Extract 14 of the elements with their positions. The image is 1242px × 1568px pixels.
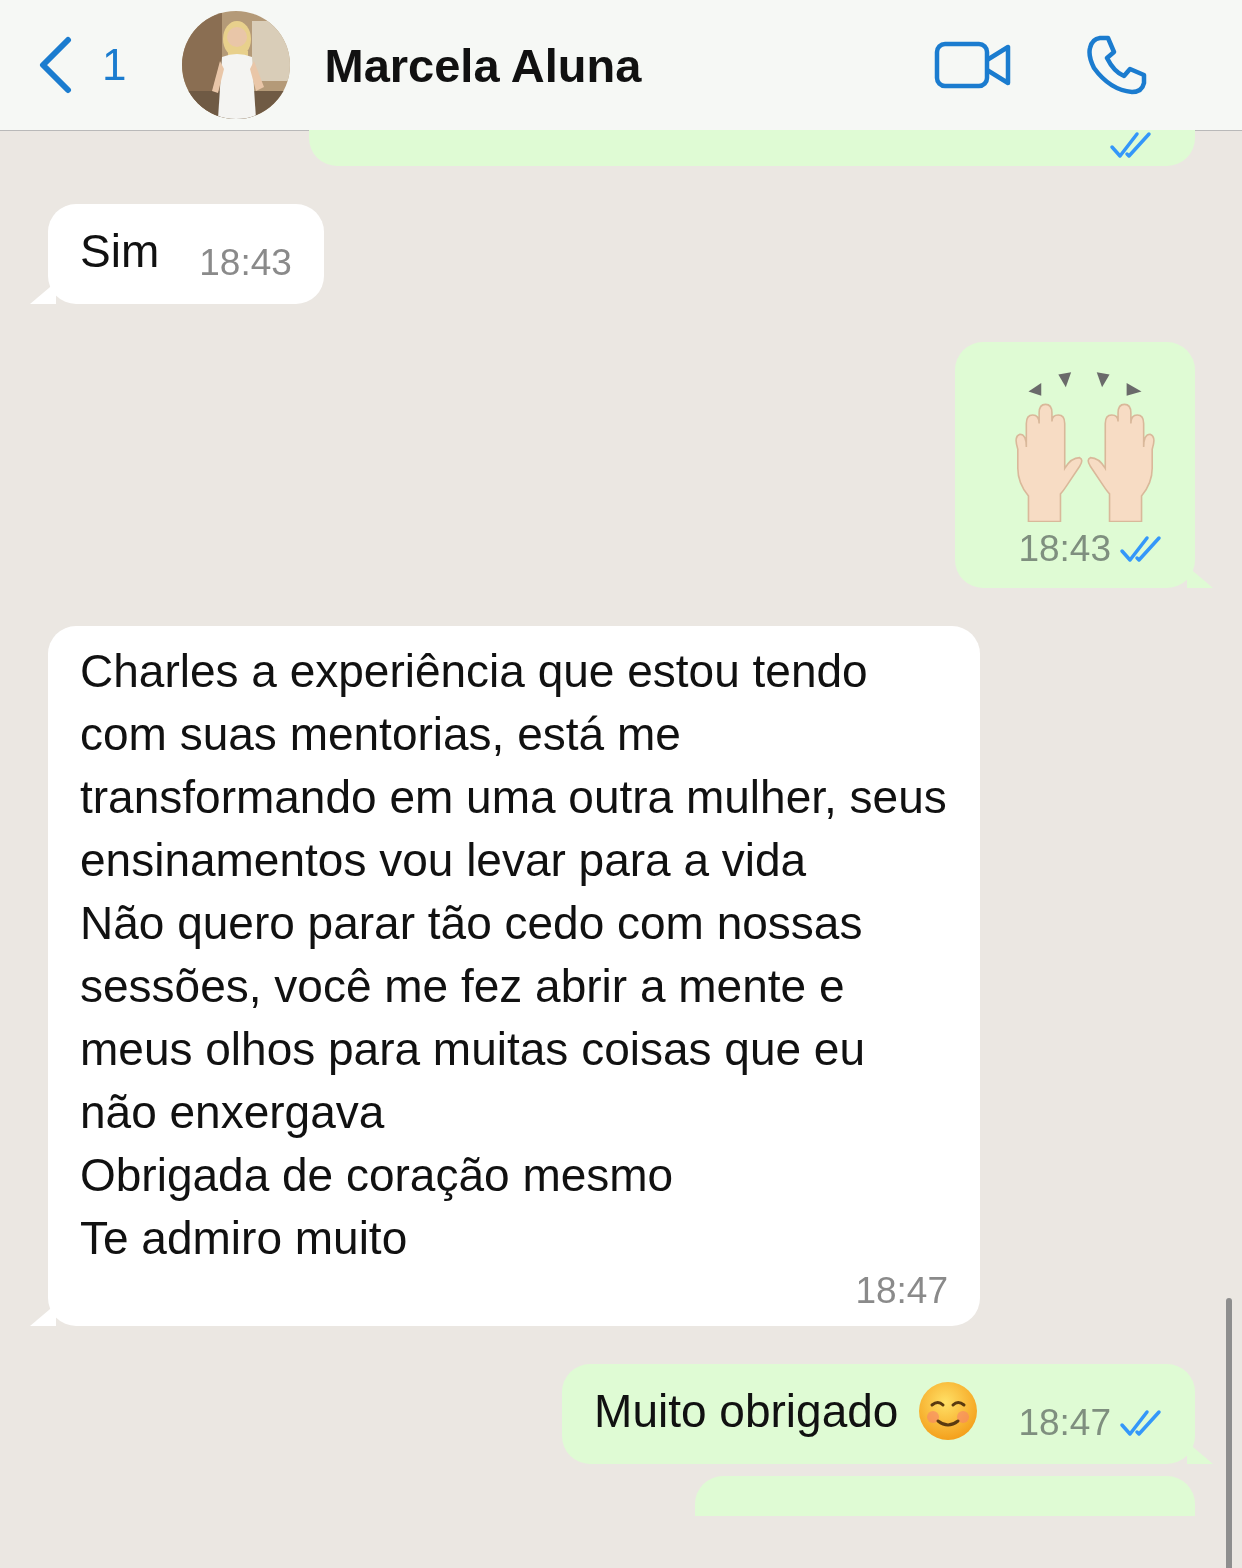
back-chevron-icon[interactable] (38, 36, 72, 94)
message-text: Muito obrigado (594, 1384, 899, 1439)
phone-icon[interactable] (1086, 34, 1148, 96)
message-text: Charles a experiência que estou tendo com suas mentorias, está me transformando em uma outra mulher, seus ensinamentos vou levar para a vida Não quero parar tão cedo com nossas sessões, você me fez abrir a mente e meus olhos para muitas coisas que eu não enxergava Obrigada de coração mesmo Te admiro muito (80, 644, 948, 1266)
scrollbar[interactable] (1226, 1298, 1232, 1568)
message-time: 18:47 (855, 1270, 948, 1312)
message-time: 18:43 (199, 242, 292, 284)
contact-name[interactable]: Marcela Aluna (324, 37, 934, 93)
message-time: 18:43 (1018, 528, 1111, 570)
smiling-face-icon (918, 1381, 979, 1441)
message-time: 18:47 (1018, 1402, 1111, 1444)
video-call-icon[interactable] (934, 41, 1012, 89)
unread-count[interactable]: 1 (102, 40, 127, 90)
message-text: Sim (80, 224, 160, 279)
